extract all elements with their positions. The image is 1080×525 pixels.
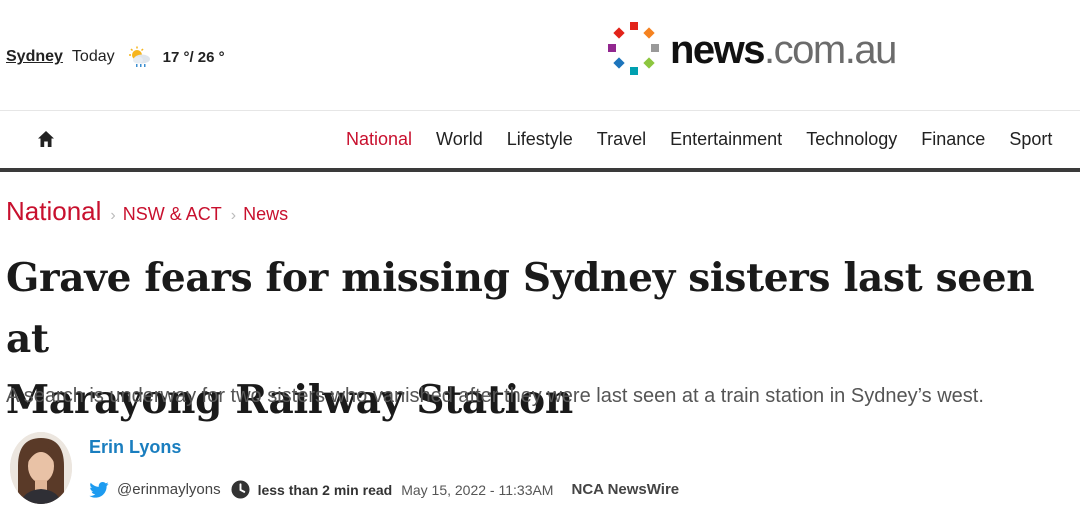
home-icon[interactable] bbox=[36, 129, 56, 149]
nav-item-entertainment[interactable]: Entertainment bbox=[670, 129, 782, 150]
read-time: less than 2 min read bbox=[257, 481, 393, 498]
weather-day: Today bbox=[71, 48, 115, 65]
breadcrumb: National › NSW & ACT › News bbox=[6, 196, 288, 227]
chevron-right-icon: › bbox=[230, 207, 237, 224]
site-logo[interactable]: news.com.au bbox=[604, 20, 897, 80]
nav-item-technology[interactable]: Technology bbox=[806, 129, 897, 150]
twitter-handle[interactable]: @erinmaylyons bbox=[117, 481, 221, 498]
article-meta: @erinmaylyons less than 2 min read May 1… bbox=[89, 480, 679, 499]
article-source: NCA NewsWire bbox=[571, 481, 680, 498]
clock-icon bbox=[231, 480, 250, 499]
nav-item-sport[interactable]: Sport bbox=[1009, 129, 1052, 150]
author-name[interactable]: Erin Lyons bbox=[89, 437, 181, 458]
twitter-icon[interactable] bbox=[89, 481, 109, 498]
breadcrumb-section[interactable]: National bbox=[6, 196, 101, 227]
main-nav: National World Lifestyle Travel Entertai… bbox=[0, 110, 1080, 169]
logo-word-news: news bbox=[670, 28, 766, 72]
top-bar: Sydney Today 17 °/ 26 ° news.com.au bbox=[0, 0, 1080, 110]
chevron-right-icon: › bbox=[110, 207, 116, 224]
author-avatar[interactable] bbox=[10, 432, 72, 504]
logo-wordmark: news.com.au bbox=[670, 28, 897, 72]
nav-item-national[interactable]: National bbox=[346, 129, 412, 150]
breadcrumb-news[interactable]: News bbox=[243, 204, 288, 225]
nav-item-finance[interactable]: Finance bbox=[921, 129, 985, 150]
nav-items: National World Lifestyle Travel Entertai… bbox=[346, 129, 1076, 150]
article-standfirst: A search is underway for two sisters who… bbox=[6, 385, 984, 407]
logo-dots-icon bbox=[608, 22, 659, 75]
headline-line-1: Grave fears for missing Sydney sisters l… bbox=[6, 255, 1035, 362]
nav-item-lifestyle[interactable]: Lifestyle bbox=[507, 129, 573, 150]
weather-widget[interactable]: Sydney Today 17 °/ 26 ° bbox=[6, 46, 225, 68]
weather-city[interactable]: Sydney bbox=[6, 48, 63, 66]
nav-divider bbox=[0, 168, 1080, 172]
breadcrumb-subsection[interactable]: NSW & ACT bbox=[123, 204, 222, 225]
logo-word-domain: .com.au bbox=[764, 28, 897, 72]
weather-temperature: 17 °/ 26 ° bbox=[162, 48, 225, 66]
nav-item-travel[interactable]: Travel bbox=[597, 129, 646, 150]
partly-cloudy-rain-icon bbox=[127, 46, 153, 68]
nav-item-world[interactable]: World bbox=[436, 129, 483, 150]
publish-date: May 15, 2022 - 11:33AM bbox=[401, 481, 554, 498]
